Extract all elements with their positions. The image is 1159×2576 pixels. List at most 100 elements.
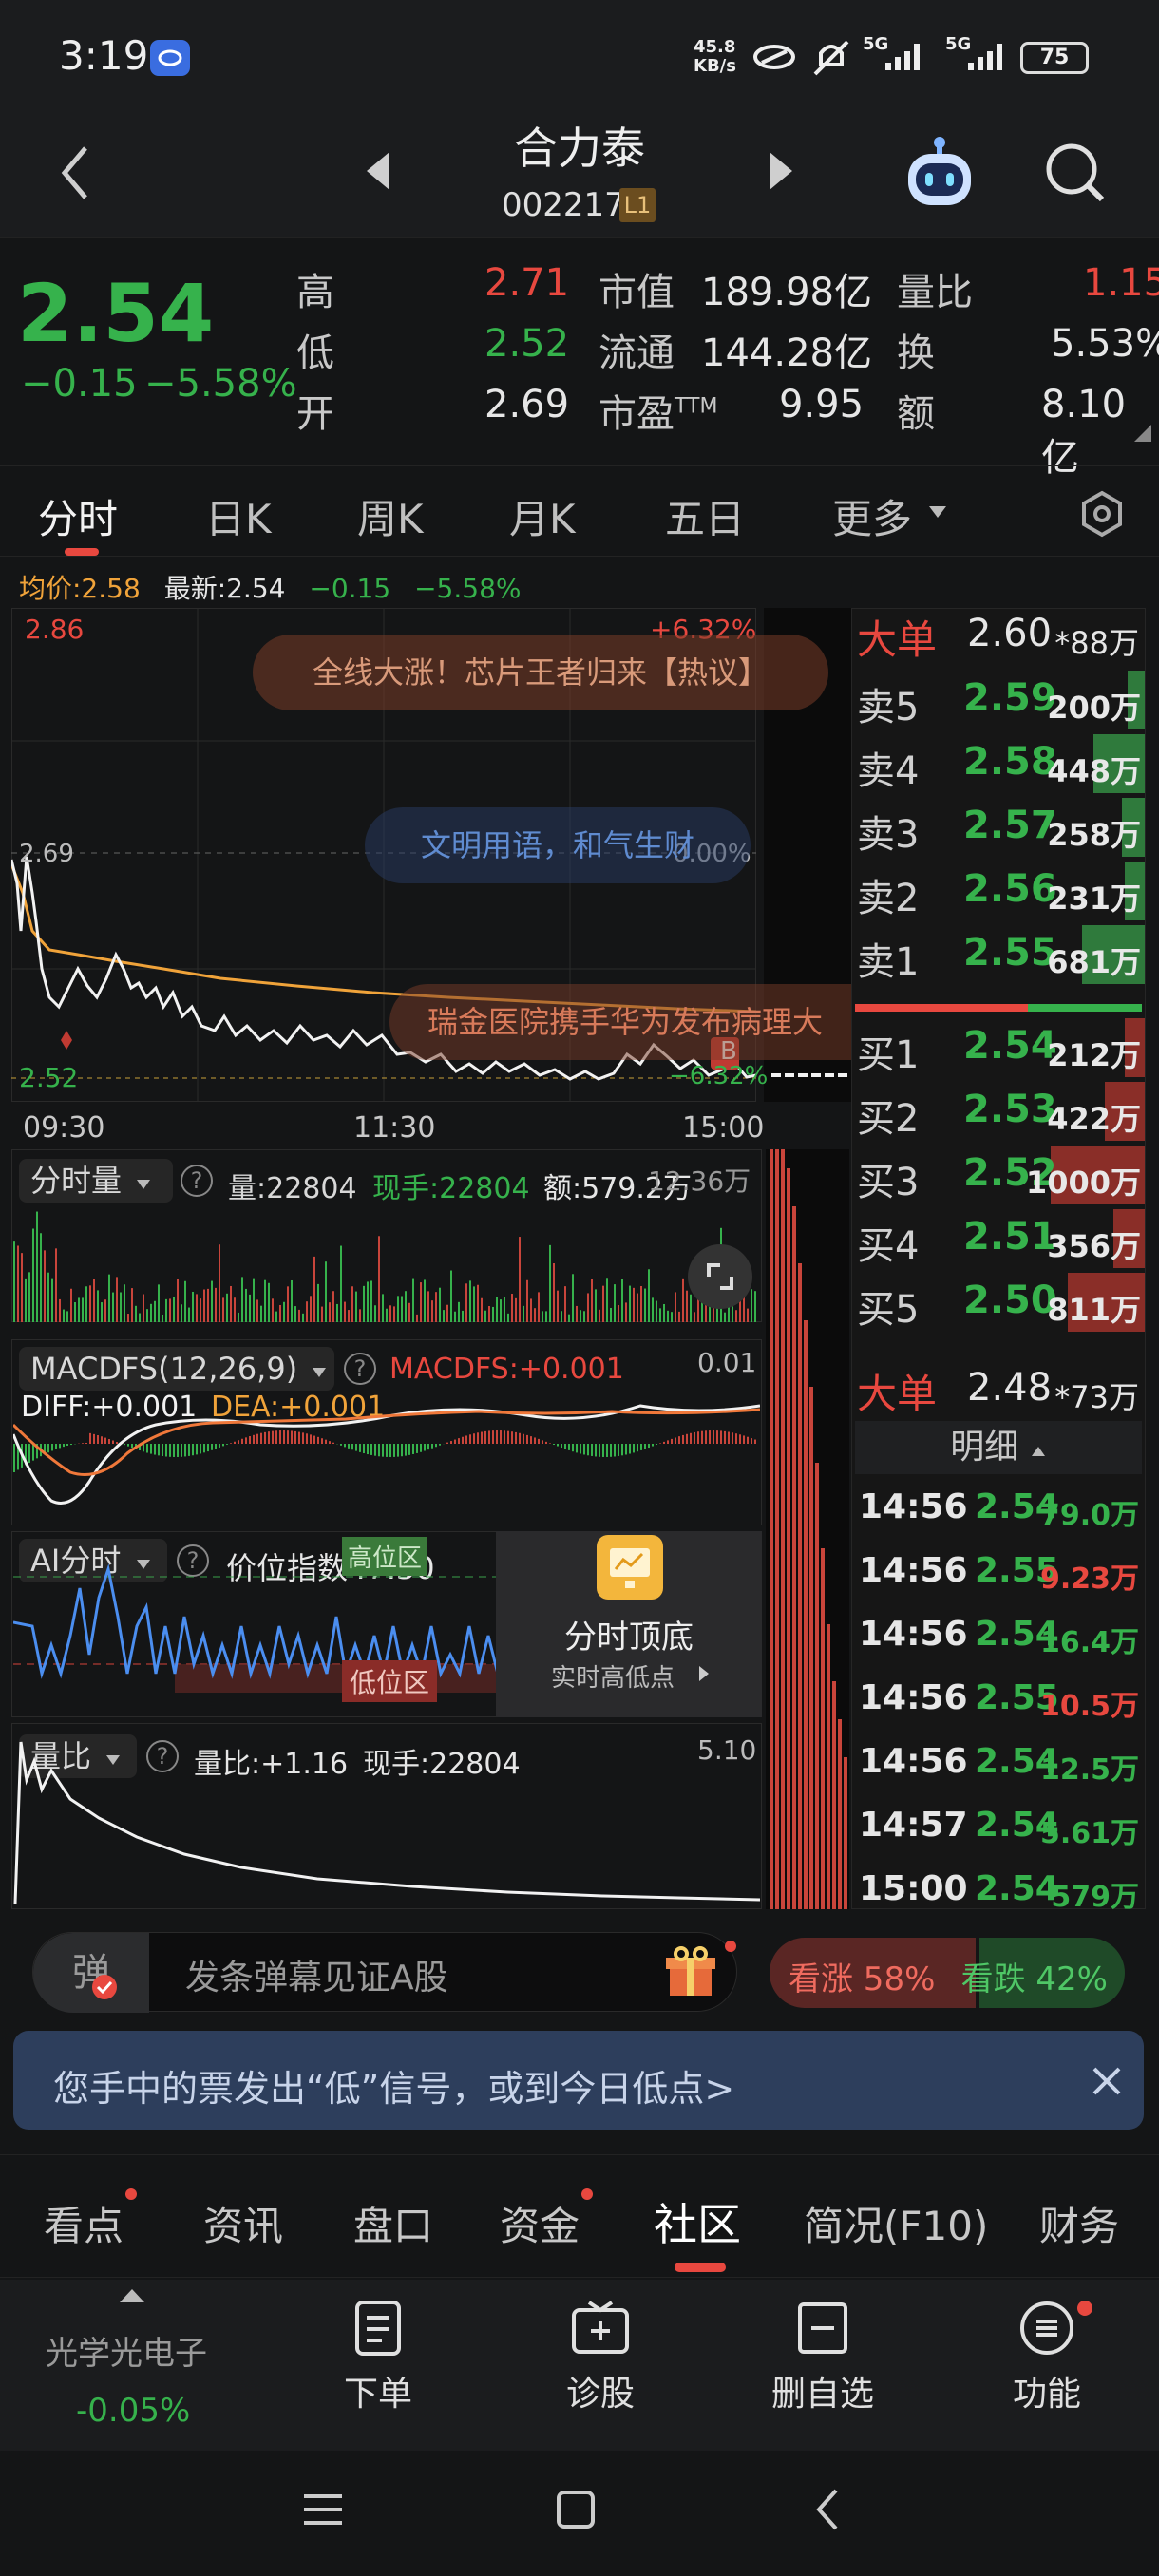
macd-bar [234,1441,236,1444]
volume-bar [142,1294,144,1322]
danmaku-bubble[interactable]: 文明用语，和气生财 [365,807,750,883]
volume-bar [97,1290,99,1322]
danmaku-bubble[interactable]: 瑞金医院携手华为发布病理大 [390,984,855,1060]
expand-corner-icon[interactable] [1132,423,1153,447]
remove-favorite-button[interactable]: 删自选 [737,2299,908,2415]
tick-volume: 5.61万 [1039,1817,1139,1850]
danmaku-toggle[interactable]: 弹 [33,1933,149,2013]
tab-news[interactable]: 资讯 [203,2194,283,2252]
volume-bar [473,1286,475,1322]
volume-bar [663,1303,665,1322]
tab-orderbook[interactable]: 盘口 [353,2194,433,2252]
gift-icon[interactable] [664,1944,717,2003]
macd-bar [636,1444,638,1452]
prev-stock-icon[interactable] [363,148,393,198]
tick-volume: 16.4万 [1039,1626,1139,1659]
volume-bar [63,1309,65,1322]
macd-bar [580,1444,581,1454]
tab-five-day[interactable]: 五日 [665,487,745,545]
tab-community[interactable]: 社区 [654,2190,741,2253]
bid-row[interactable]: 买1 2.54 212万 [855,1018,1145,1079]
macd-bar [591,1444,593,1456]
order-form-icon [355,2301,401,2356]
ask-row[interactable]: 卖2 2.56 231万 [855,862,1145,922]
home-icon[interactable] [555,2489,597,2534]
tab-week-k[interactable]: 周K [357,487,424,545]
volume-bar [249,1294,251,1322]
macd-bar [340,1444,342,1446]
search-icon[interactable] [1039,137,1112,213]
tab-highlights[interactable]: 看点 [44,2194,124,2252]
tick-time: 15:00 [859,1869,968,1908]
volume-bar [59,1298,61,1322]
macd-bar [405,1444,407,1456]
ticks-header[interactable]: 明细 [855,1421,1142,1474]
tab-more[interactable]: 更多 [832,487,912,545]
macd-bar [332,1442,334,1444]
tick-time: 14:56 [859,1678,968,1717]
settings-hexagon-icon[interactable] [1077,489,1127,542]
volume-bar [264,1279,266,1322]
volume-bar [127,1314,129,1322]
bid-row[interactable]: 买3 2.52 1000万 [855,1146,1145,1206]
tab-funds[interactable]: 资金 [500,2194,580,2252]
macd-bar [750,1438,752,1444]
tab-intraday[interactable]: 分时 [38,487,118,545]
volume-bar [325,1261,327,1322]
signal-banner[interactable]: 您手中的票发出“低”信号，或到今日低点> [13,2031,1144,2130]
bid-row[interactable]: 买2 2.53 422万 [855,1082,1145,1143]
macd-bar [477,1432,479,1444]
more-dropdown-icon[interactable] [927,504,948,523]
tab-day-k[interactable]: 日K [205,487,272,545]
volume-bar [678,1311,680,1322]
danmaku-input-placeholder[interactable]: 发条弹幕见证A股 [185,1950,448,1999]
back-icon[interactable] [57,142,95,207]
macd-bar [553,1444,555,1445]
volume-bar [416,1314,418,1322]
bid-level-label: 买1 [857,1033,920,1077]
ask-row[interactable]: 卖5 2.59 200万 [855,671,1145,731]
avg-price-label: 均价:2.58 [19,573,141,604]
ask-row[interactable]: 卖1 2.55 681万 [855,925,1145,986]
intraday-top-bottom-promo[interactable]: 分时顶底 实时高低点 [496,1531,762,1717]
volume-bar [450,1270,452,1322]
bid-row[interactable]: 买5 2.50 811万 [855,1273,1145,1334]
tick-row: 15:00 2.54 579万 [855,1860,1145,1921]
ai-robot-icon[interactable] [901,135,978,217]
time-axis-end: 15:00 [682,1111,765,1145]
order-button[interactable]: 下单 [293,2299,464,2415]
macd-bar [496,1430,498,1444]
diagnose-button[interactable]: 诊股 [515,2299,686,2415]
bear-bar-fill[interactable]: 看跌 42% [961,1938,1125,2008]
volume-bar [602,1285,604,1322]
close-icon[interactable] [1091,2065,1123,2101]
macd-bar [492,1430,494,1444]
sector-name[interactable]: 光学光电子 [46,2327,207,2374]
fullscreen-icon[interactable] [688,1244,752,1309]
volume-bar [287,1286,289,1322]
tab-financials[interactable]: 财务 [1039,2194,1119,2252]
volume-bar [659,1308,661,1322]
tab-month-k[interactable]: 月K [509,487,576,545]
danmaku-input-bar[interactable]: 弹 发条弹幕见证A股 [32,1932,737,2013]
ask-volume: 200万 [1047,690,1141,726]
macd-bar [431,1444,433,1449]
danmaku-bubble[interactable]: 全线大涨！芯片王者归来【热议】 [253,635,828,710]
chevron-up-icon[interactable] [118,2287,146,2308]
big-order-buy: 大单 2.48 *73万 [855,1358,1145,1419]
bull-bar-fill[interactable]: 看涨 58% [770,1938,976,2008]
bid-row[interactable]: 买4 2.51 356万 [855,1209,1145,1270]
dropdown-icon [137,1180,151,1189]
macd-bar [678,1436,680,1444]
functions-menu-icon [1020,2301,1074,2355]
back-nav-icon[interactable] [813,2487,842,2536]
functions-button[interactable]: 功能 [961,2299,1132,2415]
help-icon[interactable]: ? [180,1165,213,1197]
macd-bar [218,1444,220,1448]
volume-bar [583,1311,585,1322]
tab-profile-f10[interactable]: 简况(F10) [804,2194,988,2252]
ask-row[interactable]: 卖3 2.57 258万 [855,798,1145,859]
menu-icon[interactable] [302,2489,344,2534]
next-stock-icon[interactable] [766,148,796,198]
ask-row[interactable]: 卖4 2.58 448万 [855,734,1145,795]
